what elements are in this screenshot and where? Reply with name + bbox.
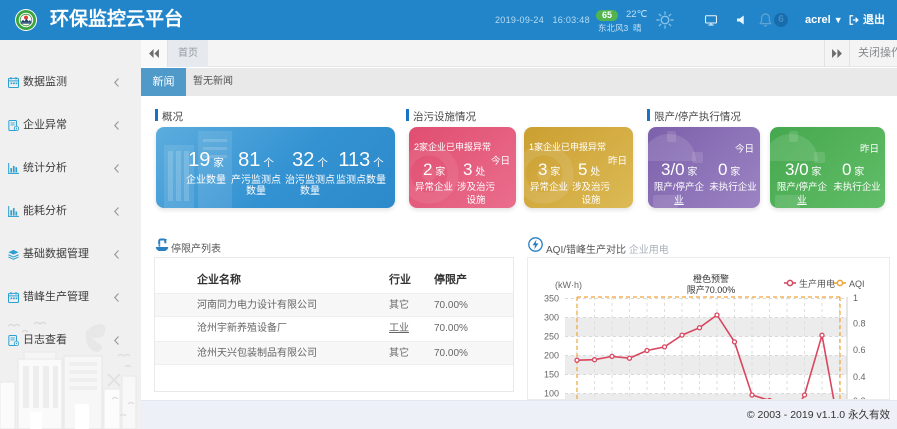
- svg-text:0.6: 0.6: [853, 345, 866, 355]
- svg-text:100: 100: [544, 389, 559, 399]
- svg-text:300: 300: [544, 313, 559, 323]
- svg-text:(kW·h): (kW·h): [555, 280, 582, 290]
- svg-text:250: 250: [544, 332, 559, 342]
- svg-text:限产70.00%: 限产70.00%: [687, 284, 736, 295]
- svg-text:150: 150: [544, 370, 559, 380]
- svg-text:350: 350: [544, 294, 559, 304]
- svg-text:AQI: AQI: [849, 279, 865, 289]
- svg-text:0.4: 0.4: [853, 372, 866, 382]
- svg-text:橙色预警: 橙色预警: [693, 273, 729, 284]
- svg-text:1: 1: [853, 293, 858, 303]
- svg-text:0.8: 0.8: [853, 319, 866, 329]
- svg-text:200: 200: [544, 351, 559, 361]
- svg-text:生产用电: 生产用电: [799, 278, 835, 289]
